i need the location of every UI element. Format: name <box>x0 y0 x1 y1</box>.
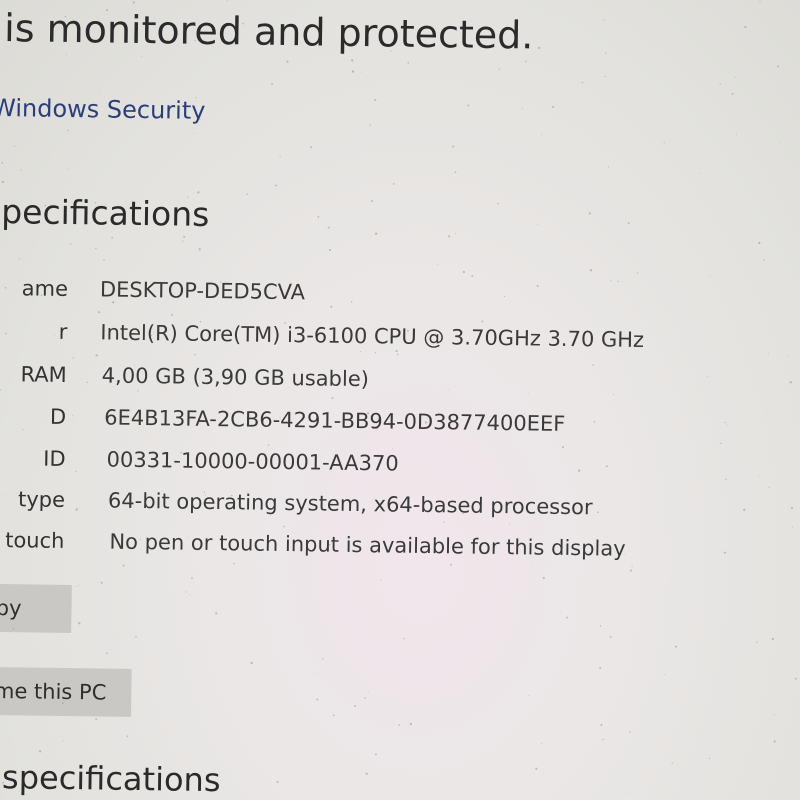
spec-value: DESKTOP-DED5CVA <box>99 277 306 305</box>
spec-label: r <box>58 319 68 344</box>
spec-label: D <box>49 404 67 429</box>
windows-security-link[interactable]: s in Windows Security <box>0 93 206 125</box>
rename-this-pc-button[interactable]: ame this PC <box>0 666 132 717</box>
noise-dot <box>794 677 797 680</box>
spec-label: RAM <box>20 362 67 387</box>
spec-label: d touch <box>0 528 65 553</box>
spec-value: 4,00 GB (3,90 GB usable) <box>101 363 370 392</box>
spec-row-device-name: ame DESKTOP-DED5CVA <box>0 276 796 327</box>
spec-value: 00331-10000-00001-AA370 <box>106 447 399 476</box>
spec-label: type <box>17 487 66 512</box>
about-settings-page: C is monitored and protected. s in Windo… <box>0 0 800 800</box>
spec-row-processor: r Intel(R) Core(TM) i3-6100 CPU @ 3.70GH… <box>0 319 795 370</box>
spec-value: Intel(R) Core(TM) i3-6100 CPU @ 3.70GHz … <box>100 320 645 353</box>
spec-value: 6E4B13FA-2CB6-4291-BB94-0D3877400EEF <box>104 405 566 436</box>
noise-dot <box>759 0 761 3</box>
copy-button[interactable]: opy <box>0 583 72 634</box>
spec-label: ame <box>21 276 69 301</box>
security-status-text: C is monitored and protected. <box>0 5 534 58</box>
device-specifications-title: specifications <box>0 191 210 234</box>
noise-dot <box>226 0 228 1</box>
spec-label: ID <box>43 446 66 471</box>
windows-specifications-title: dows specifications <box>0 757 221 800</box>
